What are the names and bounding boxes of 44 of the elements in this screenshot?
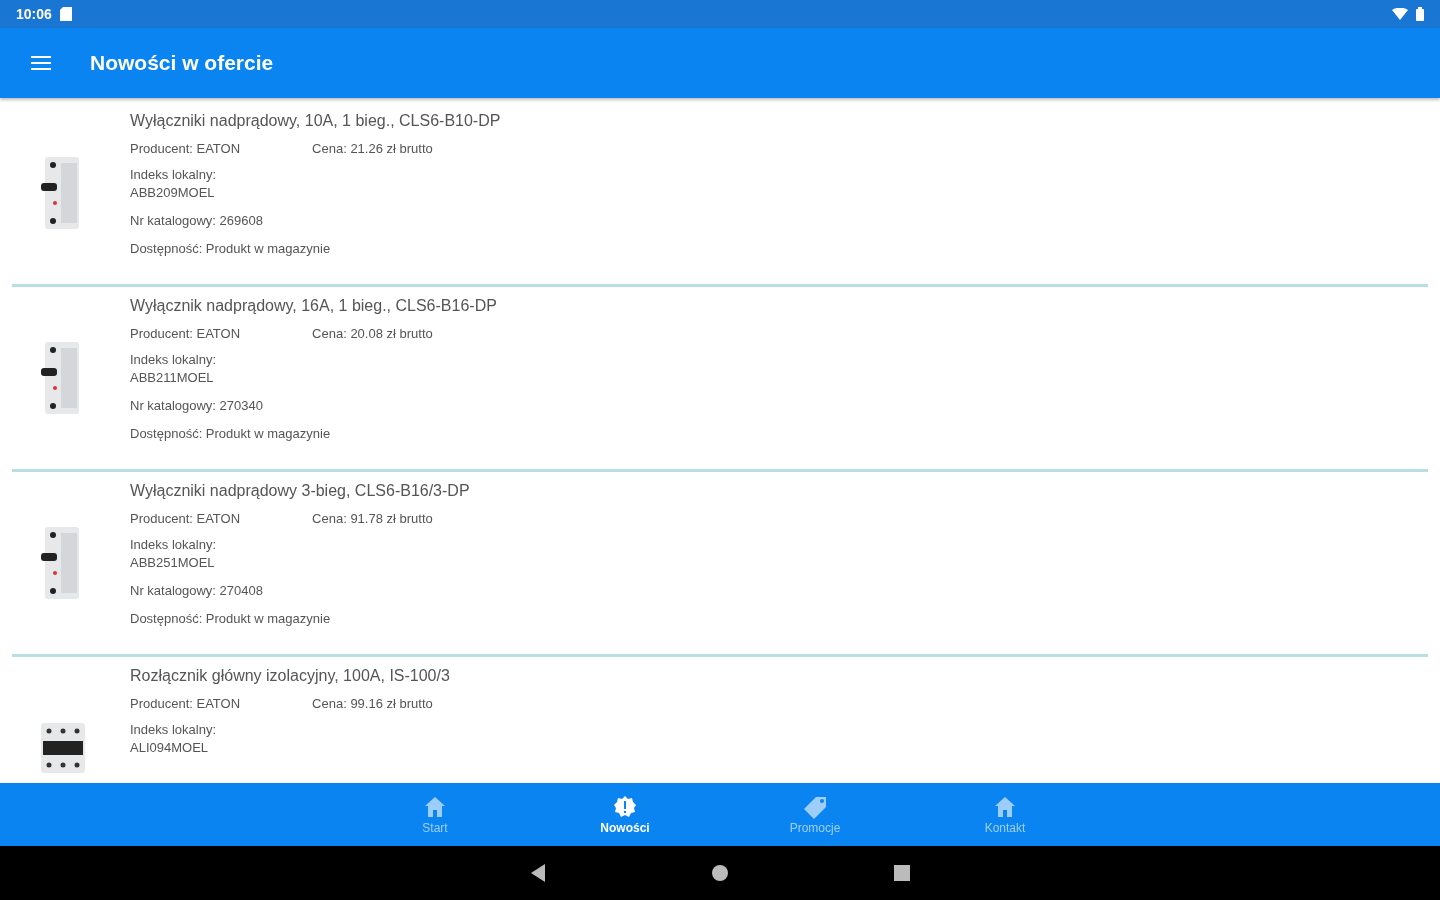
screen-title: Nowości w ofercie xyxy=(90,51,274,75)
tag-icon xyxy=(802,794,828,819)
house-icon xyxy=(993,794,1017,819)
clock-time: 10:06 xyxy=(16,6,52,22)
product-name: Wyłączniki nadprądowy, 10A, 1 bieg., CLS6-B10-DP xyxy=(130,112,501,130)
catalog-number: Nr katalogowy: 270340 xyxy=(130,397,264,415)
house-icon xyxy=(423,794,447,819)
local-index-value: ALI094MOEL xyxy=(130,739,210,757)
product-item[interactable]: Rozłącznik główny izolacyjny, 100A, IS-100/3 Producent: EATON Cena: 99.16 zł brutto Indeks lokalny: ALI094MOEL xyxy=(0,657,1440,783)
product-item[interactable]: Wyłącznik nadprądowy, 16A, 1 bieg., CLS6-B16-DP Producent: EATON Cena: 20.08 zł brutto Indeks lokalny: ABB211MOEL Nr katalogowy: 270340 Dostępność: Produkt w magazynie xyxy=(0,287,1440,469)
product-name: Wyłączniki nadprądowy 3-bieg, CLS6-B16/3-DP xyxy=(130,482,470,500)
back-icon[interactable] xyxy=(529,864,547,882)
local-index-label: Indeks lokalny: xyxy=(130,721,217,739)
product-name: Wyłącznik nadprądowy, 16A, 1 bieg., CLS6-B16-DP xyxy=(130,297,497,315)
battery-icon xyxy=(1416,7,1424,21)
local-index-value: ABB251MOEL xyxy=(130,554,216,572)
producer-text: Producent: EATON xyxy=(130,325,241,343)
recents-icon[interactable] xyxy=(893,864,911,882)
producer-text: Producent: EATON xyxy=(130,695,241,713)
availability-text: Dostępność: Produkt w magazynie xyxy=(130,240,332,258)
local-index-label: Indeks lokalny: xyxy=(130,166,217,184)
local-index-value: ABB211MOEL xyxy=(130,369,215,387)
availability-text: Dostępność: Produkt w magazynie xyxy=(130,610,332,628)
home-icon[interactable] xyxy=(711,864,729,882)
local-index-value: ABB209MOEL xyxy=(130,184,216,202)
local-index-label: Indeks lokalny: xyxy=(130,351,217,369)
nav-tab[interactable]: Nowości xyxy=(530,783,720,846)
price-text: Cena: 99.16 zł brutto xyxy=(312,695,433,713)
producer-text: Producent: EATON xyxy=(130,140,241,158)
product-item[interactable]: Wyłączniki nadprądowy, 10A, 1 bieg., CLS6-B10-DP Producent: EATON Cena: 21.26 zł brutto Indeks lokalny: ABB209MOEL Nr katalogowy: 269608 Dostępność: Produkt w magazynie xyxy=(0,102,1440,284)
menu-icon[interactable] xyxy=(31,56,51,70)
badge-icon xyxy=(613,794,637,819)
price-text: Cena: 20.08 zł brutto xyxy=(312,325,433,343)
catalog-number: Nr katalogowy: 270408 xyxy=(130,582,264,600)
price-text: Cena: 91.78 zł brutto xyxy=(312,510,433,528)
product-name: Rozłącznik główny izolacyjny, 100A, IS-100/3 xyxy=(130,667,450,685)
product-item[interactable]: Wyłączniki nadprądowy 3-bieg, CLS6-B16/3-DP Producent: EATON Cena: 91.78 zł brutto Indeks lokalny: ABB251MOEL Nr katalogowy: 270408 Dostępność: Produkt w magazynie xyxy=(0,472,1440,654)
sd-card-icon xyxy=(59,7,72,21)
local-index-label: Indeks lokalny: xyxy=(130,536,217,554)
wifi-icon xyxy=(1392,8,1408,20)
catalog-number: Nr katalogowy: 269608 xyxy=(130,212,264,230)
availability-text: Dostępność: Produkt w magazynie xyxy=(130,425,332,443)
producer-text: Producent: EATON xyxy=(130,510,241,528)
price-text: Cena: 21.26 zł brutto xyxy=(312,140,433,158)
